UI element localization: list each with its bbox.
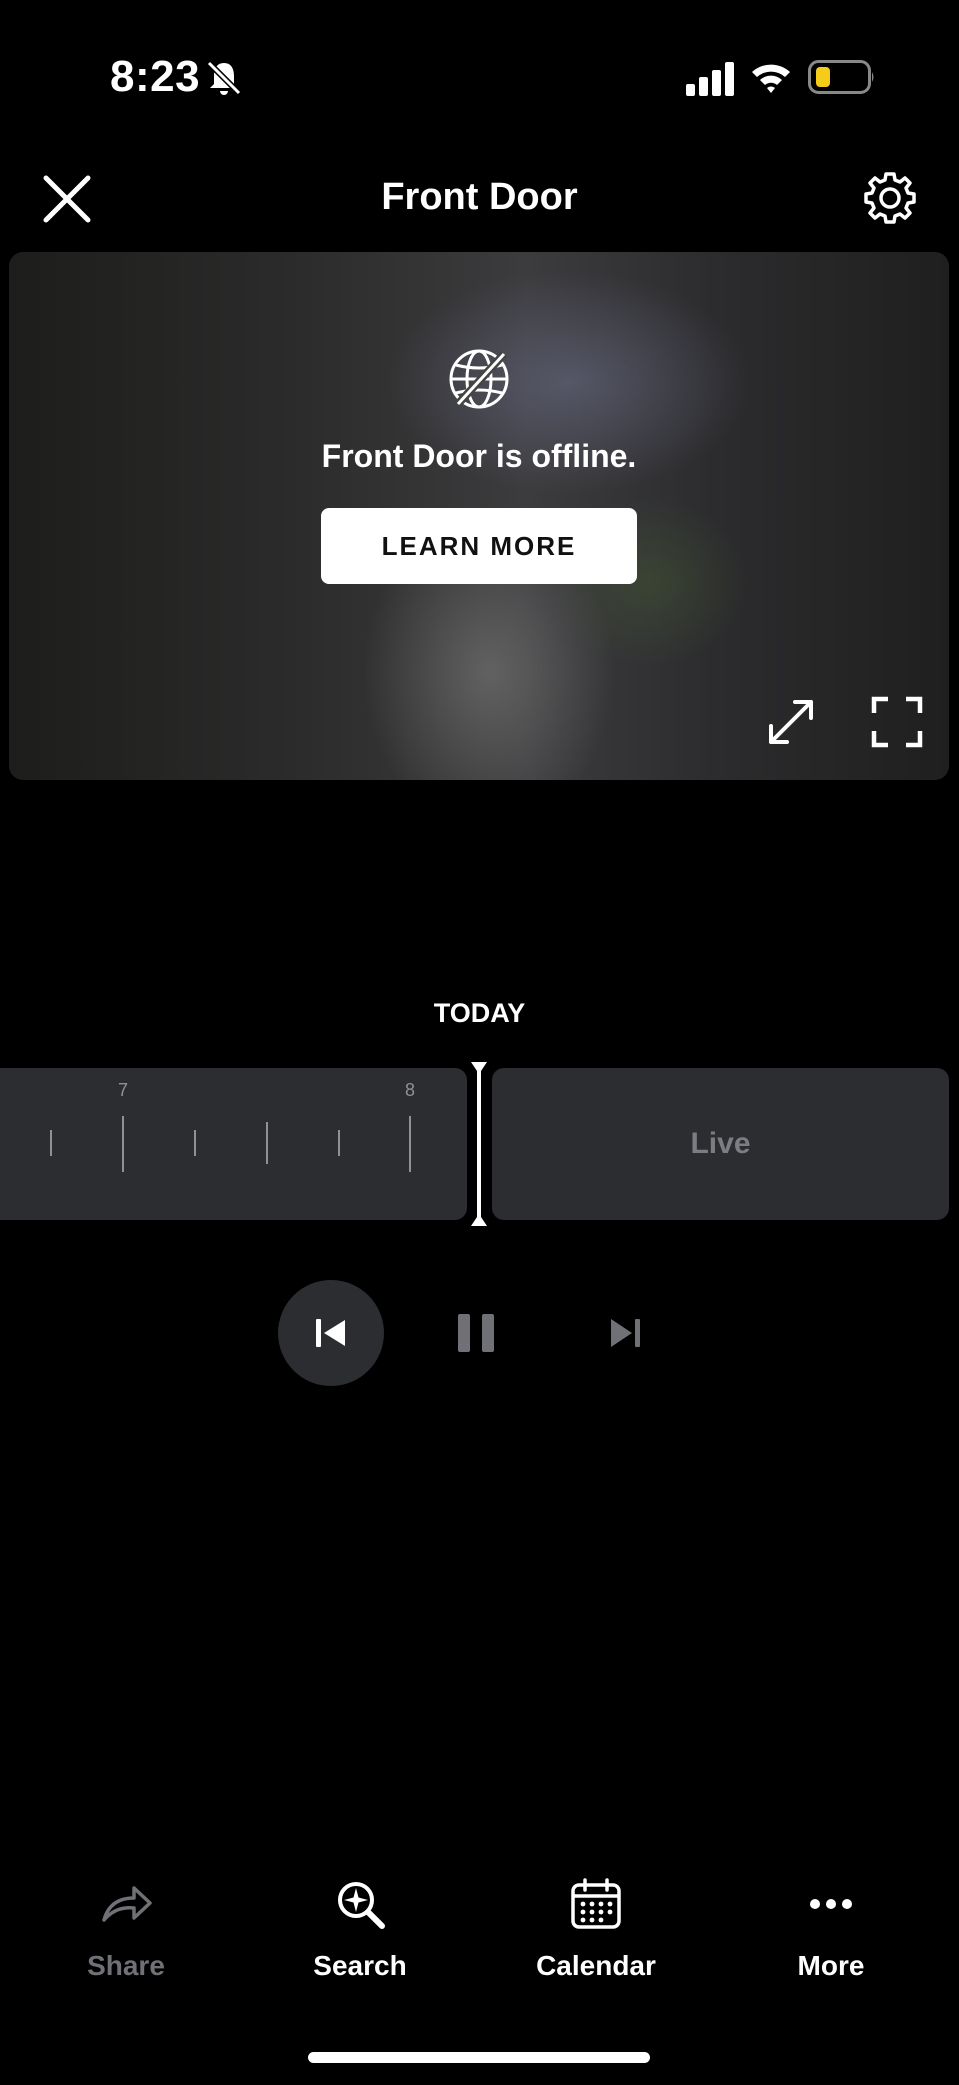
gear-icon[interactable] <box>862 170 918 226</box>
search-label: Search <box>313 1950 407 1981</box>
globe-offline-icon <box>449 349 509 409</box>
share-tab[interactable]: Share <box>26 1876 226 1982</box>
playhead-bottom-marker <box>471 1214 487 1226</box>
skip-previous-icon <box>316 1319 345 1347</box>
timeline-tick <box>266 1122 268 1164</box>
bell-slash-icon <box>206 60 242 96</box>
timeline-playhead[interactable] <box>477 1062 481 1226</box>
calendar-icon <box>571 1878 621 1929</box>
expand-icon[interactable] <box>765 696 817 748</box>
timeline-track[interactable]: 7 8 <box>0 1068 467 1220</box>
wifi-icon <box>752 64 790 93</box>
more-tab[interactable]: More <box>731 1876 931 1982</box>
timeline-hour-label: 7 <box>117 1080 129 1100</box>
battery-icon <box>808 60 874 94</box>
share-label: Share <box>87 1950 165 1981</box>
timeline-tick <box>50 1130 52 1156</box>
timeline-hour-label: 8 <box>404 1080 416 1100</box>
signal-icon <box>686 62 734 96</box>
calendar-label: Calendar <box>536 1950 656 1981</box>
calendar-tab[interactable]: Calendar <box>496 1876 696 1982</box>
more-label: More <box>797 1950 865 1981</box>
status-time: 8:23 <box>110 52 201 101</box>
camera-video-panel: Front Door is offline. LEARN MORE <box>9 252 949 780</box>
skip-next-icon[interactable] <box>608 1316 644 1350</box>
timeline-day-label: TODAY <box>433 998 526 1028</box>
search-tab[interactable]: Search <box>260 1876 460 1982</box>
pause-icon[interactable] <box>456 1300 502 1366</box>
timeline-tick <box>409 1116 411 1172</box>
skip-previous-button[interactable] <box>278 1280 384 1386</box>
search-sparkle-icon <box>338 1882 385 1929</box>
home-indicator[interactable] <box>308 2052 650 2063</box>
learn-more-button[interactable]: LEARN MORE <box>321 508 637 584</box>
camera-screen: 8:23 Front Door Front Door is offline. L… <box>0 0 959 2085</box>
page-title: Front Door <box>381 176 578 218</box>
offline-message: Front Door is offline. <box>321 438 637 474</box>
share-icon <box>102 1886 152 1922</box>
live-segment[interactable]: Live <box>492 1068 949 1220</box>
playhead-top-marker <box>471 1062 487 1074</box>
more-icon <box>810 1899 852 1909</box>
live-label: Live <box>690 1127 751 1160</box>
timeline-tick <box>122 1116 124 1172</box>
fullscreen-icon[interactable] <box>871 696 923 748</box>
timeline-tick <box>194 1130 196 1156</box>
timeline-tick <box>338 1130 340 1156</box>
